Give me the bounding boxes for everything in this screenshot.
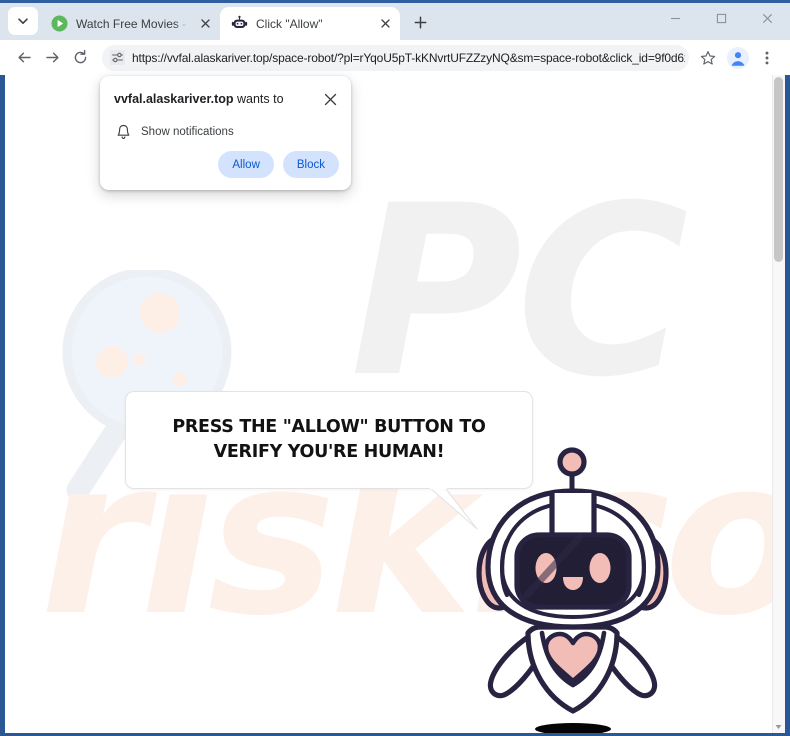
green-play-icon xyxy=(51,15,68,32)
tab-watch-free-movies[interactable]: Watch Free Movies - 123movies xyxy=(40,7,220,40)
window-close-button[interactable] xyxy=(744,3,790,33)
bookmark-button[interactable] xyxy=(696,46,720,70)
scroll-down-button[interactable] xyxy=(772,720,785,733)
plus-icon xyxy=(414,16,426,28)
notification-permission-popup: vvfal.alaskariver.top wants to Show noti… xyxy=(100,76,351,190)
close-icon xyxy=(200,19,210,28)
minimize-icon xyxy=(670,17,680,19)
tab-search-button[interactable] xyxy=(8,7,38,35)
three-dot-menu-icon xyxy=(765,51,769,64)
back-arrow-icon xyxy=(17,52,31,63)
allow-button[interactable]: Allow xyxy=(218,151,274,178)
maximize-icon xyxy=(716,13,726,23)
profile-avatar[interactable] xyxy=(725,45,751,71)
scroll-down-icon xyxy=(775,724,782,729)
close-icon xyxy=(324,93,336,105)
close-icon xyxy=(762,13,772,23)
url-text: https://vvfal.alaskariver.top/space-robo… xyxy=(132,50,685,65)
tab-click-allow[interactable]: Click "Allow" xyxy=(220,7,400,40)
block-button[interactable]: Block xyxy=(282,151,339,178)
profile-avatar-icon xyxy=(727,46,749,69)
popup-header: vvfal.alaskariver.top wants to xyxy=(114,91,339,108)
tab-close-button[interactable] xyxy=(376,15,394,33)
tab-title: Click "Allow" xyxy=(256,16,323,31)
tune-icon xyxy=(109,50,125,65)
popup-domain: vvfal.alaskariver.top xyxy=(114,92,234,106)
star-icon xyxy=(700,50,716,65)
scrollbar-thumb[interactable] xyxy=(774,77,783,262)
window-minimize-button[interactable] xyxy=(652,3,698,33)
bell-icon xyxy=(117,124,130,139)
permission-label: Show notifications xyxy=(141,126,234,138)
popup-title: vvfal.alaskariver.top wants to xyxy=(114,91,321,107)
popup-actions: Allow Block xyxy=(218,151,339,178)
browser-toolbar: https://vvfal.alaskariver.top/space-robo… xyxy=(0,40,790,75)
forward-arrow-icon xyxy=(45,52,59,63)
page-scrollbar[interactable] xyxy=(772,75,785,733)
tabstrip-left-edge xyxy=(0,3,6,40)
close-icon xyxy=(380,19,390,28)
tab-title: Watch Free Movies - 123movies xyxy=(76,16,188,31)
watermark-pc: PC xyxy=(350,156,689,429)
browser-menu-button[interactable] xyxy=(754,45,780,71)
site-settings-button[interactable] xyxy=(106,47,128,69)
address-bar[interactable]: https://vvfal.alaskariver.top/space-robo… xyxy=(102,44,689,71)
window-controls xyxy=(652,3,790,40)
robot-mascot xyxy=(476,447,669,733)
back-button[interactable] xyxy=(10,44,38,72)
popup-title-suffix: wants to xyxy=(233,92,284,106)
robot-icon xyxy=(231,15,248,32)
window-maximize-button[interactable] xyxy=(698,3,744,33)
popup-close-button[interactable] xyxy=(321,90,339,108)
new-tab-button[interactable] xyxy=(406,8,434,36)
tab-strip: Watch Free Movies - 123movies xyxy=(0,0,790,40)
chevron-down-icon xyxy=(18,18,28,24)
reload-button[interactable] xyxy=(66,44,94,72)
tab-close-button[interactable] xyxy=(196,15,214,33)
permission-row: Show notifications xyxy=(116,124,234,140)
reload-icon xyxy=(74,49,86,64)
browser-window: Watch Free Movies - 123movies xyxy=(0,0,790,736)
forward-button[interactable] xyxy=(38,44,66,72)
